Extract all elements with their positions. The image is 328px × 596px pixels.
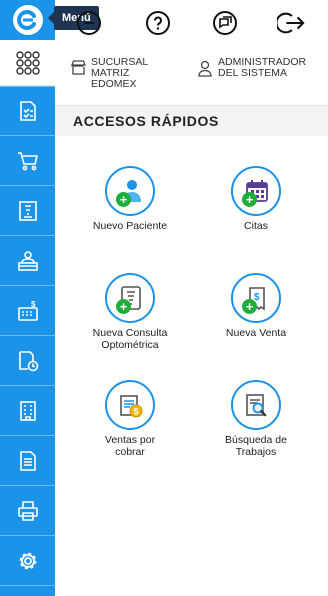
search-document-icon	[231, 380, 281, 430]
svg-text:$: $	[134, 407, 139, 417]
quick-access-nuevo-paciente[interactable]: + Nuevo Paciente	[75, 166, 185, 232]
top-toolbar	[55, 0, 328, 48]
settings-icon	[19, 552, 36, 569]
plus-icon: +	[242, 299, 257, 314]
quick-access-label-line-2: Optométrica	[101, 339, 159, 351]
sidebar-item-checklist[interactable]	[0, 86, 55, 136]
section-title: ACCESOS RÁPIDOS	[73, 113, 219, 129]
sidebar-item-cash-register[interactable]: $	[0, 286, 55, 336]
apps-grid-button[interactable]	[0, 40, 55, 86]
eye-chart-icon: +	[105, 273, 155, 323]
svg-text:$: $	[31, 300, 36, 309]
quick-access-ventas-por-cobrar[interactable]: $ Ventas por cobrar	[75, 380, 185, 458]
circle-icon	[77, 11, 101, 35]
quick-access-label-line-2: Trabajos	[235, 446, 277, 458]
sidebar-item-reception[interactable]	[0, 236, 55, 286]
quick-access-label: Citas	[244, 220, 268, 232]
document-icon	[19, 450, 36, 471]
clock-document-icon	[18, 350, 38, 371]
cart-icon	[17, 151, 38, 170]
quick-access-citas[interactable]: + Citas	[201, 166, 311, 232]
plus-icon: +	[116, 299, 131, 314]
building-icon	[19, 400, 36, 421]
quick-access-nueva-consulta[interactable]: + Nueva Consulta Optométrica	[75, 273, 185, 351]
sidebar-item-optometry[interactable]	[0, 186, 55, 236]
sales-receipt-icon: $ +	[231, 273, 281, 323]
quick-access-label: Nuevo Paciente	[92, 220, 168, 232]
quick-access-label-line-1: Nueva Consulta	[92, 327, 168, 339]
sidebar-item-cart[interactable]	[0, 136, 55, 186]
eye-chart-icon	[18, 200, 37, 221]
sidebar-item-settings[interactable]	[0, 536, 55, 586]
quick-access-label-line-1: Ventas por	[104, 434, 156, 446]
apps-grid-icon	[15, 50, 40, 75]
new-patient-icon: +	[105, 166, 155, 216]
store-icon	[71, 60, 86, 75]
circle-button[interactable]	[75, 9, 103, 37]
logout-icon	[277, 12, 305, 34]
help-icon	[146, 11, 170, 35]
messages-button[interactable]	[211, 9, 239, 37]
user-info: ADMINISTRADOR DEL SISTEMA	[197, 57, 306, 79]
sidebar-item-print[interactable]	[0, 486, 55, 536]
section-header: ACCESOS RÁPIDOS	[55, 106, 328, 136]
sidebar-item-branches[interactable]	[0, 386, 55, 436]
quick-access-label-line-2: cobrar	[115, 446, 145, 458]
calendar-icon: +	[231, 166, 281, 216]
quick-access-label-line-1: Búsqueda de	[225, 434, 287, 446]
chat-icon	[213, 11, 237, 35]
cash-register-icon: $	[17, 300, 38, 321]
sidebar: $	[0, 0, 55, 596]
reception-icon	[17, 250, 38, 271]
menu-toggle-button[interactable]	[0, 0, 55, 40]
branch-info: SUCURSAL MATRIZ EDOMEX	[70, 57, 148, 90]
help-button[interactable]	[144, 9, 172, 37]
printer-icon	[17, 500, 38, 521]
receivables-icon: $	[105, 380, 155, 430]
info-bar: SUCURSAL MATRIZ EDOMEX ADMINISTRADOR DEL…	[55, 48, 328, 106]
sidebar-item-history[interactable]	[0, 336, 55, 386]
checklist-icon	[19, 101, 36, 121]
branch-line-3: EDOMEX	[91, 78, 137, 90]
sidebar-nav: $	[0, 86, 55, 586]
sidebar-item-documents[interactable]	[0, 436, 55, 486]
quick-access-busqueda-trabajos[interactable]: Búsqueda de Trabajos	[201, 380, 311, 458]
plus-icon: +	[242, 192, 257, 207]
plus-icon: +	[116, 192, 131, 207]
user-icon	[198, 60, 212, 77]
quick-access-label: Nueva Venta	[225, 327, 287, 339]
app-logo-icon	[12, 5, 43, 35]
logout-button[interactable]	[277, 9, 305, 37]
user-line-2: DEL SISTEMA	[218, 67, 288, 79]
quick-access-nueva-venta[interactable]: $ + Nueva Venta	[201, 273, 311, 339]
